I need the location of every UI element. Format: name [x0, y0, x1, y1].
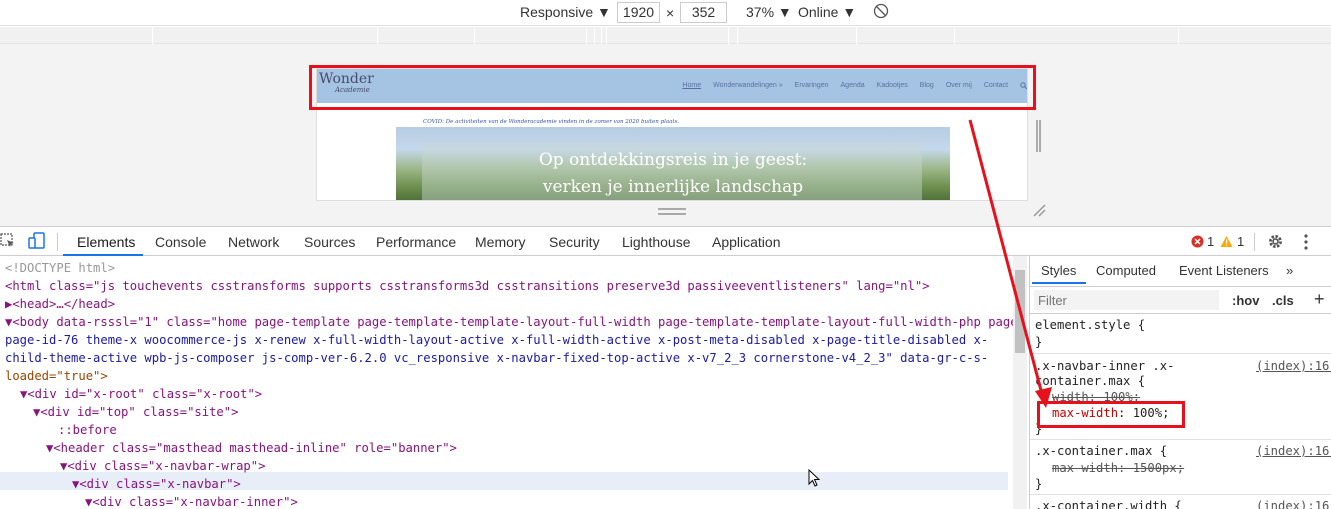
- dom-line-body-cont1[interactable]: page-id-76 theme-x woocommerce-js x-rene…: [5, 331, 988, 349]
- dom-line-navbar-wrap[interactable]: ▼<div class="x-navbar-wrap">: [60, 457, 265, 475]
- inspect-element-icon[interactable]: [0, 233, 16, 249]
- device-toggle-icon[interactable]: [28, 232, 46, 250]
- dom-line-body-cont3[interactable]: loaded="true">: [5, 367, 108, 385]
- dom-line-body-cont2[interactable]: child-theme-active wpb-js-composer js-co…: [5, 349, 988, 367]
- navbar-highlight-box: [309, 65, 1036, 110]
- tab-performance[interactable]: Performance: [376, 234, 456, 250]
- devtools-tabbar: Elements Console Network Sources Perform…: [0, 226, 1331, 256]
- dom-line-x-root[interactable]: ▼<div id="x-root" class="x-root">: [20, 385, 262, 403]
- styles-filter-input[interactable]: [1034, 290, 1219, 310]
- tab-memory[interactable]: Memory: [475, 234, 526, 250]
- hero-line-1: Op ontdekkingsreis in je geest:: [538, 150, 808, 170]
- styles-tab-indicator: [1032, 282, 1086, 284]
- new-rule-button[interactable]: +: [1314, 289, 1325, 310]
- error-icon[interactable]: [1191, 235, 1204, 248]
- dom-line-navbar[interactable]: ▼<div class="x-navbar">: [72, 475, 241, 493]
- height-input[interactable]: 352: [680, 2, 727, 23]
- rotate-icon[interactable]: [873, 3, 889, 19]
- rule3-max-width-prop[interactable]: max-width: 1500px;: [1052, 461, 1184, 476]
- covid-notice: COVID: De activiteiten van de Wonderacad…: [423, 119, 680, 125]
- hov-toggle[interactable]: :hov: [1232, 293, 1259, 308]
- rule2-selector-1[interactable]: .x-navbar-inner .x-: [1035, 359, 1174, 374]
- tab-application[interactable]: Application: [712, 234, 781, 250]
- dom-line-navbar-inner[interactable]: ▼<div class="x-navbar-inner">: [85, 493, 298, 509]
- tab-elements[interactable]: Elements: [77, 234, 135, 250]
- rule2-source-link[interactable]: (index):16(: [1256, 359, 1331, 373]
- rule3-close: }: [1035, 477, 1043, 491]
- rule-divider: [1030, 494, 1331, 495]
- rule2-selector-2[interactable]: container.max {: [1035, 374, 1145, 389]
- tab-network[interactable]: Network: [228, 234, 279, 250]
- settings-gear-icon[interactable]: [1267, 233, 1284, 250]
- hero-heading: Op ontdekkingsreis in je geest: verken j…: [396, 147, 950, 200]
- corner-resize-icon[interactable]: [1032, 203, 1046, 217]
- more-options-icon[interactable]: [1301, 233, 1311, 251]
- element-style-selector[interactable]: element.style {: [1035, 318, 1145, 333]
- elements-tree[interactable]: <!DOCTYPE html> <html class="js toucheve…: [0, 256, 1013, 509]
- elements-scroll-thumb[interactable]: [1015, 270, 1025, 353]
- error-count[interactable]: 1: [1207, 234, 1214, 249]
- tab-console[interactable]: Console: [155, 234, 206, 250]
- zoom-select[interactable]: 37% ▼: [746, 4, 792, 20]
- cls-toggle[interactable]: .cls: [1272, 293, 1294, 308]
- rule-divider: [1030, 439, 1331, 440]
- tab-sources[interactable]: Sources: [304, 234, 355, 250]
- warning-icon[interactable]: [1220, 235, 1233, 248]
- tab-lighthouse[interactable]: Lighthouse: [622, 234, 691, 250]
- rule4-source-link[interactable]: (index):16(: [1256, 499, 1331, 509]
- rule3-selector[interactable]: .x-container.max {: [1035, 444, 1167, 459]
- styles-pane: Styles Computed Event Listeners » :hov .…: [1029, 256, 1331, 509]
- rule4-selector[interactable]: .x-container.width {: [1035, 499, 1182, 509]
- hero-banner: Op ontdekkingsreis in je geest: verken j…: [396, 127, 950, 200]
- dom-line-body[interactable]: ▼<body data-rsssl="1" class="home page-t…: [5, 313, 1013, 331]
- media-query-ruler[interactable]: [0, 27, 1331, 44]
- mouse-cursor-icon: [808, 469, 821, 487]
- more-tabs-icon[interactable]: »: [1286, 263, 1293, 278]
- event-listeners-tab[interactable]: Event Listeners: [1179, 263, 1269, 278]
- dom-line-top[interactable]: ▼<div id="top" class="site">: [33, 403, 238, 421]
- tab-security[interactable]: Security: [549, 234, 600, 250]
- device-select[interactable]: Responsive ▼: [520, 4, 611, 20]
- warning-count[interactable]: 1: [1237, 234, 1244, 249]
- dom-line-html[interactable]: <html class="js touchevents csstransform…: [5, 277, 930, 295]
- dom-line-before[interactable]: ::before: [58, 421, 117, 439]
- rule-divider: [1030, 353, 1331, 354]
- styles-filter-bar: :hov .cls +: [1030, 286, 1331, 314]
- css-highlight-box: [1037, 401, 1185, 428]
- throttle-select[interactable]: Online ▼: [798, 4, 856, 20]
- bottom-resize-handle[interactable]: [658, 208, 686, 215]
- computed-tab[interactable]: Computed: [1096, 263, 1156, 278]
- dimension-separator: ×: [666, 5, 675, 21]
- hero-line-2: verken je innerlijke landschap: [542, 177, 804, 197]
- dom-line-head[interactable]: ▶<head>…</head>: [5, 295, 115, 313]
- dom-line-header[interactable]: ▼<header class="masthead masthead-inline…: [46, 439, 457, 457]
- element-style-close: }: [1035, 335, 1043, 349]
- side-resize-handle[interactable]: [1036, 120, 1041, 152]
- styles-tab[interactable]: Styles: [1041, 263, 1076, 278]
- dom-line-doctype[interactable]: <!DOCTYPE html>: [5, 259, 115, 277]
- width-input[interactable]: 1920: [617, 2, 660, 23]
- rule3-source-link[interactable]: (index):16(: [1256, 444, 1331, 458]
- device-toolbar: Responsive ▼ 1920 × 352 37% ▼ Online ▼: [0, 0, 1331, 26]
